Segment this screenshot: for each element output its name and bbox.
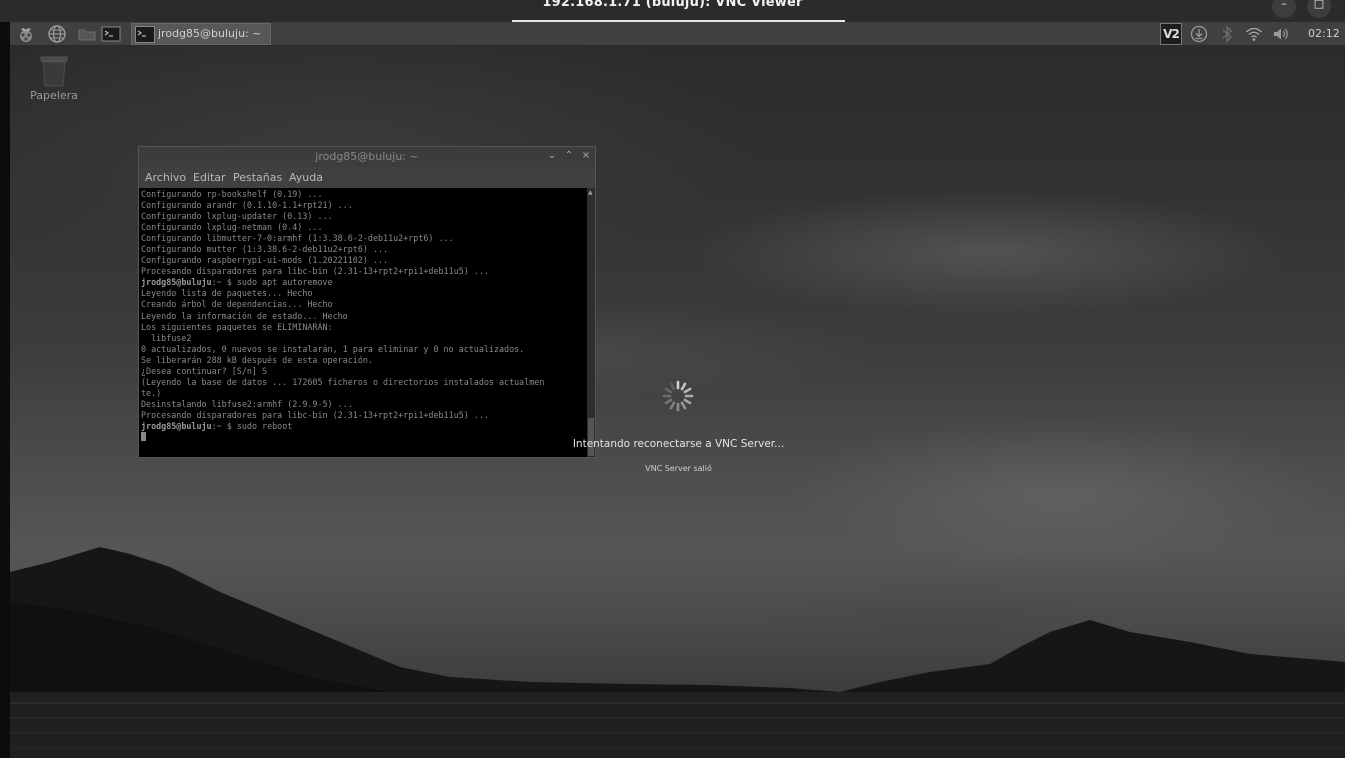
vnc-server-tray-icon[interactable]: V2: [1160, 23, 1182, 45]
desktop-trash-shortcut[interactable]: Papelera: [28, 54, 80, 106]
menu-ayuda[interactable]: Ayuda: [289, 171, 323, 184]
prompt-command: sudo reboot: [236, 420, 293, 431]
terminal-icon[interactable]: [101, 24, 121, 44]
terminal-line: Configurando lxplug-updater (0.13) ...: [141, 211, 333, 222]
prompt-user: jrodg85@buluju: [141, 420, 212, 431]
volume-icon[interactable]: [1272, 25, 1290, 43]
terminal-line: Configurando libmutter-7-0:armhf (1:3.38…: [141, 233, 454, 244]
trash-icon: [40, 56, 68, 87]
prompt-user: jrodg85@buluju: [141, 277, 212, 288]
terminal-line: 0 actualizados, 0 nuevos se instalarán, …: [141, 343, 525, 354]
terminal-line: ¿Desea continuar? [S/n] S: [141, 365, 268, 376]
terminal-line: Configurando rp-bookshelf (0.19) ...: [141, 189, 323, 199]
terminal-line: libfuse2: [141, 332, 192, 343]
terminal-minimize-button[interactable]: ⌄: [545, 149, 559, 163]
maximize-button[interactable]: □: [1307, 0, 1331, 18]
terminal-title: jrodg85@buluju: ~: [315, 150, 419, 163]
terminal-line: Procesando disparadores para libc-bin (2…: [141, 409, 489, 420]
bluetooth-icon[interactable]: [1218, 25, 1236, 43]
terminal-close-button[interactable]: ×: [579, 149, 593, 163]
terminal-line: Configurando mutter (1:3.38.6-2-deb11u2+…: [141, 244, 389, 255]
menu-editar[interactable]: Editar: [193, 171, 226, 184]
terminal-line: Se liberarán 288 kB después de esta oper…: [141, 354, 373, 365]
terminal-prompt-line: jrodg85@buluju:~ $ sudo apt autoremove: [141, 277, 587, 288]
prompt-suffix: :~ $: [211, 420, 237, 431]
chevron-down-icon: ⌄: [547, 150, 557, 161]
menu-pestanas[interactable]: Pestañas: [233, 171, 282, 184]
panel-clock: 02:12: [1308, 27, 1340, 40]
scrollbar-thumb[interactable]: [588, 418, 594, 456]
terminal-scrollbar[interactable]: ▲: [587, 188, 595, 457]
terminal-titlebar[interactable]: jrodg85@buluju: ~ ⌄ ⌃ ×: [139, 147, 595, 167]
desktop-wallpaper-landscape: [10, 547, 1345, 758]
chevron-up-icon: ⌃: [564, 150, 574, 161]
taskbar-panel: jrodg85@buluju: ~ V2 02:12: [10, 22, 1345, 46]
wifi-icon[interactable]: [1245, 25, 1263, 43]
terminal-line: Configurando arandr (0.1.10-1.1+rpt21) .…: [141, 200, 353, 211]
terminal-icon: [135, 26, 155, 43]
terminal-line: Desinstalando libfuse2:armhf (2.9.9-5) .…: [141, 398, 353, 409]
window-title: 192.168.1.71 (buluju): VNC Viewer: [542, 0, 803, 10]
terminal-line: Leyendo la información de estado... Hech…: [141, 310, 348, 321]
terminal-window[interactable]: jrodg85@buluju: ~ ⌄ ⌃ × Archivo Editar P…: [138, 146, 596, 458]
raspberry-pi-menu-icon[interactable]: [16, 24, 36, 44]
menu-archivo[interactable]: Archivo: [145, 171, 186, 184]
vnc-viewer-titlebar: 192.168.1.71 (buluju): VNC Viewer – □: [0, 0, 1345, 22]
browser-globe-icon[interactable]: [47, 24, 67, 44]
prompt-suffix: :~ $: [211, 277, 237, 288]
file-manager-icon[interactable]: [77, 24, 97, 44]
taskbar-window-label: jrodg85@buluju: ~: [158, 27, 262, 40]
terminal-line: (Leyendo la base de datos ... 172605 fic…: [141, 376, 545, 387]
scroll-up-icon[interactable]: ▲: [588, 189, 593, 196]
terminal-line: Procesando disparadores para libc-bin (2…: [141, 266, 489, 277]
connection-status: VNC Server salió: [10, 464, 1345, 473]
minimize-icon: –: [1281, 0, 1287, 10]
taskbar-window-terminal[interactable]: jrodg85@buluju: ~: [131, 23, 271, 45]
terminal-line: Creando árbol de dependencias... Hecho: [141, 299, 333, 310]
close-icon: ×: [581, 150, 591, 161]
minimize-button[interactable]: –: [1272, 0, 1296, 18]
maximize-icon: □: [1313, 0, 1325, 10]
loading-spinner-icon: [662, 380, 694, 412]
terminal-line: Leyendo lista de paquetes... Hecho: [141, 288, 313, 299]
update-icon[interactable]: [1190, 25, 1208, 43]
terminal-line: Configurando lxplug-netman (0.4) ...: [141, 222, 323, 233]
terminal-line: Configurando raspberrypi-ui-mods (1.2022…: [141, 255, 389, 266]
prompt-command: sudo apt autoremove: [236, 277, 333, 288]
trash-label: Papelera: [30, 89, 78, 102]
remote-desktop[interactable]: jrodg85@buluju: ~ V2 02:12 Papelera jrod…: [10, 22, 1345, 758]
reconnecting-message: Intentando reconectarse a VNC Server...: [10, 438, 1345, 450]
terminal-menubar: Archivo Editar Pestañas Ayuda: [139, 167, 595, 188]
reconnecting-text: Intentando reconectarse a VNC Server...: [572, 438, 785, 450]
terminal-output[interactable]: Configurando rp-bookshelf (0.19) ... Con…: [139, 188, 587, 457]
terminal-line: te.): [141, 387, 162, 398]
status-text: VNC Server salió: [645, 464, 712, 473]
terminal-maximize-button[interactable]: ⌃: [562, 149, 576, 163]
terminal-prompt-line: jrodg85@buluju:~ $ sudo reboot: [141, 421, 587, 432]
terminal-line: Los siguientes paquetes se ELIMINARÁN:: [141, 321, 333, 332]
